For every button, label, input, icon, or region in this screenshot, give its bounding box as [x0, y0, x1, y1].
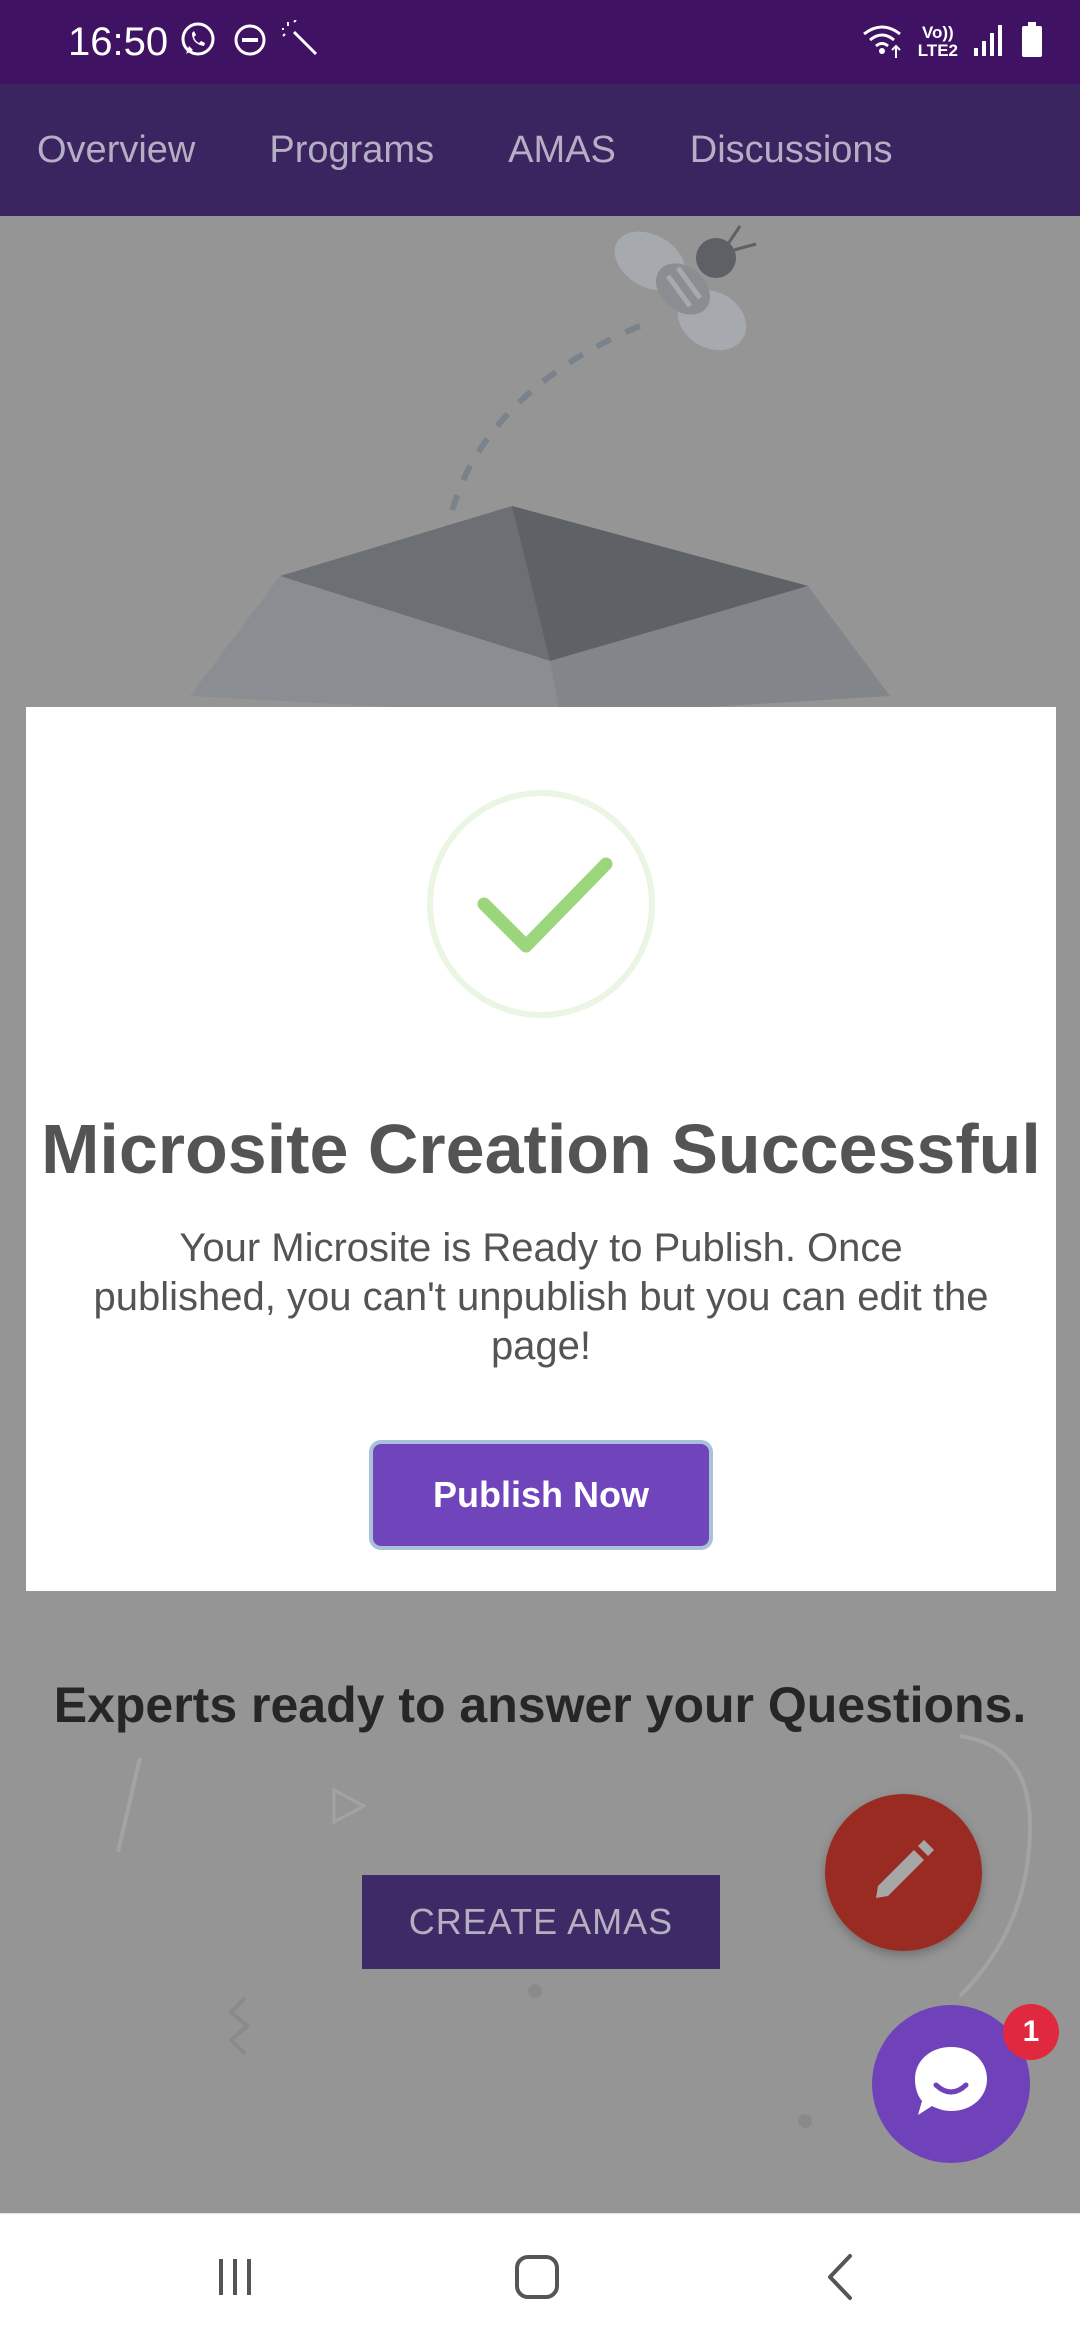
tab-nav: Overview Programs AMAS Discussions [0, 84, 1080, 216]
magic-wand-icon [282, 18, 322, 65]
modal-message: Your Microsite is Ready to Publish. Once… [93, 1226, 989, 1368]
volte-label-top: Vo)) [921, 23, 954, 42]
decorative-shape [528, 1984, 542, 1998]
battery-icon [1020, 21, 1044, 64]
pencil-icon [868, 1834, 940, 1911]
publish-now-button[interactable]: Publish Now [373, 1444, 709, 1546]
success-modal: Microsite Creation Successful Your Micro… [26, 707, 1056, 1591]
status-icons-left [178, 18, 322, 66]
status-time: 16:50 [68, 20, 169, 64]
volte-icon: Vo)) LTE2 [918, 24, 958, 60]
create-amas-button[interactable]: CREATE AMAS [362, 1875, 720, 1969]
tab-discussions[interactable]: Discussions [690, 129, 893, 172]
wifi-calling-icon [860, 20, 904, 65]
box-bee-illustration [190, 225, 890, 716]
whatsapp-icon [178, 20, 218, 65]
back-button[interactable] [805, 2244, 875, 2314]
home-icon [512, 2252, 562, 2307]
tab-programs[interactable]: Programs [269, 129, 434, 172]
recent-apps-button[interactable] [200, 2244, 270, 2314]
tab-amas[interactable]: AMAS [508, 129, 616, 172]
edit-fab[interactable] [825, 1794, 982, 1951]
experts-heading: Experts ready to answer your Questions. [53, 1677, 1027, 1733]
chat-icon [910, 2041, 992, 2128]
signal-icon [972, 22, 1006, 63]
recent-apps-icon [213, 2255, 257, 2304]
decorative-shape [332, 1787, 368, 1825]
decorative-shape [798, 2114, 812, 2128]
decorative-shape [228, 1996, 251, 2056]
status-icons-right: Vo)) LTE2 [860, 18, 1044, 66]
status-bar: 16:50 Vo)) LTE2 [0, 0, 1080, 84]
back-icon [820, 2252, 860, 2307]
success-check-icon [427, 790, 655, 1018]
tab-overview[interactable]: Overview [37, 129, 195, 172]
volte-label-bottom: LTE2 [917, 41, 958, 60]
home-button[interactable] [502, 2244, 572, 2314]
system-nav-bar [0, 2213, 1080, 2340]
chat-notification-badge: 1 [1003, 2004, 1059, 2060]
dnd-icon [232, 22, 268, 63]
modal-title: Microsite Creation Successful [41, 1110, 1041, 1188]
decorative-shape [116, 1757, 142, 1853]
